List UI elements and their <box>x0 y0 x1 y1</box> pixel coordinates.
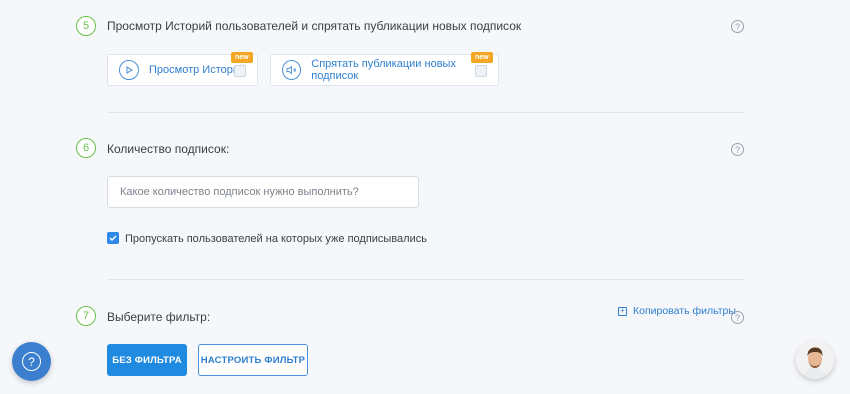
divider-1 <box>107 112 744 113</box>
option-view-stories-checkbox[interactable] <box>234 65 246 77</box>
configure-filter-button[interactable]: НАСТРОИТЬ ФИЛЬТР <box>198 344 308 376</box>
step-7-help-icon[interactable]: ? <box>731 311 744 324</box>
step-5-help-icon[interactable]: ? <box>731 20 744 33</box>
step-6-title: Количество подписок: <box>107 142 230 156</box>
step-5-number: 5 <box>76 16 96 36</box>
divider-2 <box>107 279 744 280</box>
step-7-number: 7 <box>76 306 96 326</box>
subscriptions-count-input[interactable] <box>107 176 419 208</box>
support-avatar-button[interactable] <box>796 341 834 379</box>
question-icon: ? <box>22 352 41 371</box>
option-hide-posts[interactable]: Спрятать публикации новых подписок <box>270 54 499 86</box>
step-7-title: Выберите фильтр: <box>107 310 211 324</box>
option-hide-posts-checkbox[interactable] <box>475 65 487 77</box>
option-view-stories-label: Просмотр Историй <box>149 64 246 76</box>
option-hide-posts-label: Спрятать публикации новых подписок <box>311 58 456 82</box>
play-circle-icon <box>119 60 139 80</box>
add-square-icon: + <box>618 306 627 316</box>
step-5-title: Просмотр Историй пользователей и спрятат… <box>107 19 522 33</box>
checkmark-icon <box>109 235 117 241</box>
step-6-number: 6 <box>76 138 96 158</box>
copy-filters-link[interactable]: + Копировать фильтры <box>618 305 736 317</box>
no-filter-button[interactable]: БЕЗ ФИЛЬТРА <box>107 344 187 376</box>
mute-speaker-icon <box>282 60 302 80</box>
avatar-icon <box>796 341 834 379</box>
step-6-help-icon[interactable]: ? <box>731 143 744 156</box>
skip-followed-checkbox[interactable] <box>107 232 119 244</box>
option-view-stories-new-badge: new <box>231 52 253 63</box>
skip-followed-label[interactable]: Пропускать пользователей на которых уже … <box>125 233 427 245</box>
copy-filters-label: Копировать фильтры <box>633 305 736 317</box>
help-chat-button[interactable]: ? <box>12 342 51 381</box>
option-hide-posts-new-badge: new <box>471 52 493 63</box>
